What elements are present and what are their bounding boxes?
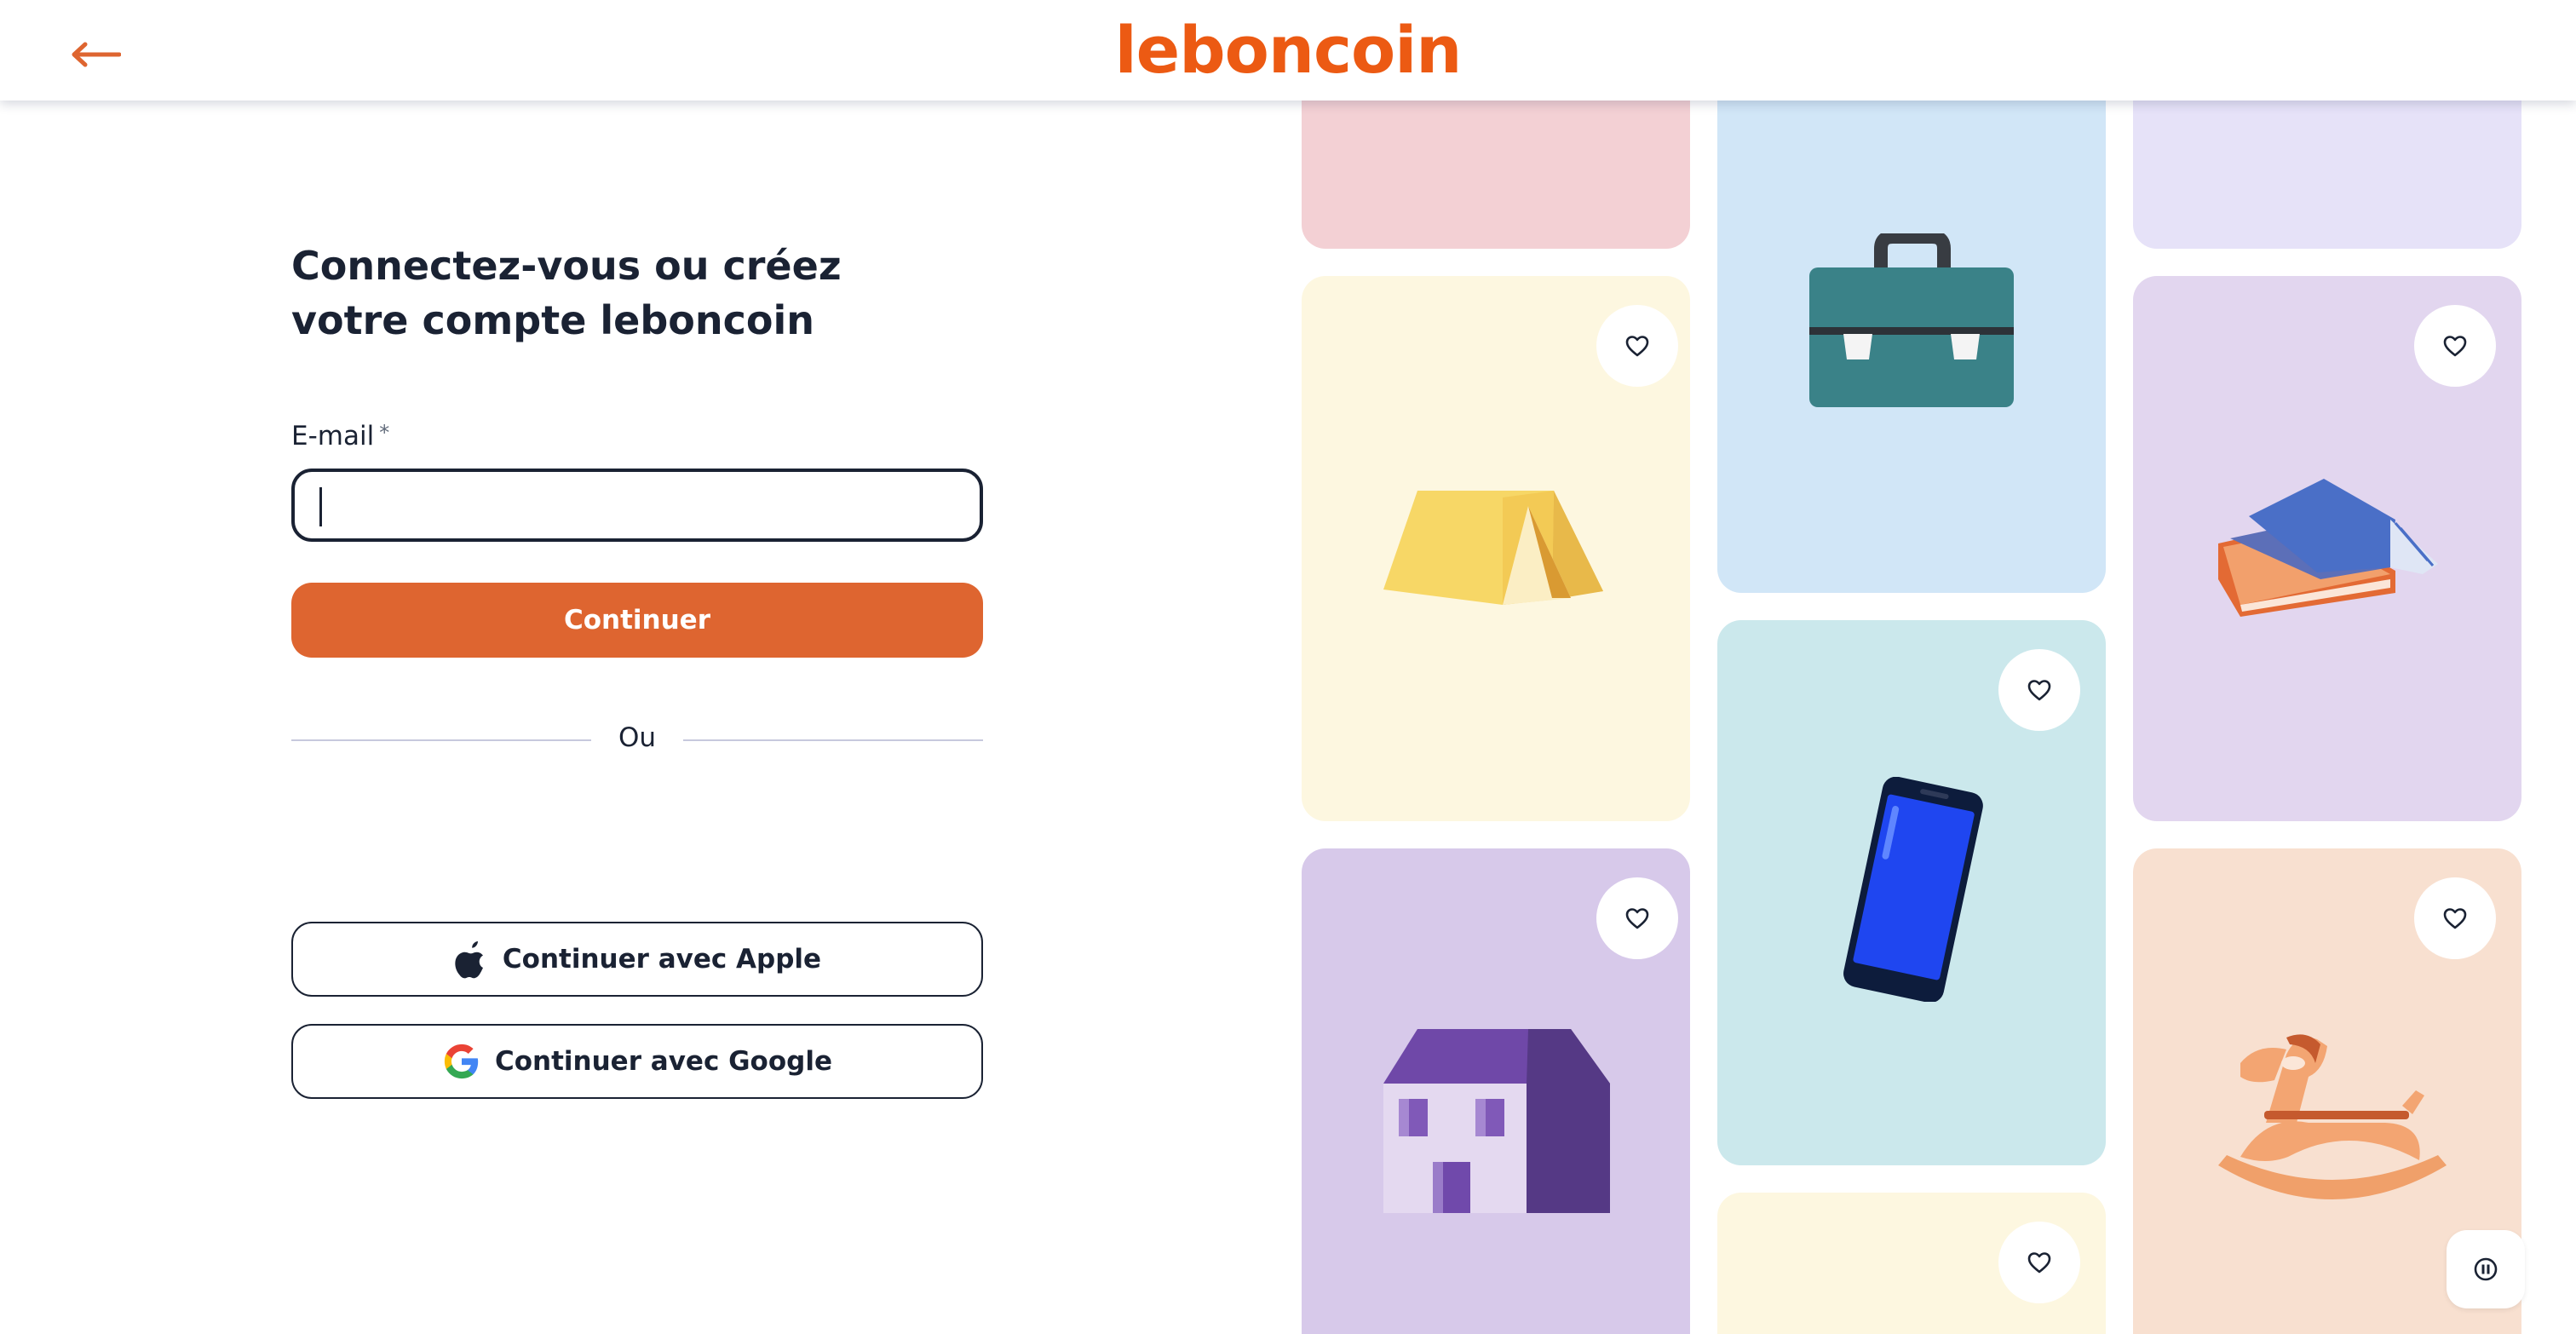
- book-card[interactable]: [2133, 276, 2521, 821]
- top-header: leboncoin: [0, 0, 2576, 101]
- heart-outline-icon: [1625, 908, 1649, 929]
- email-label-text: E-mail: [291, 421, 375, 451]
- yellow-card[interactable]: [1717, 1193, 2106, 1334]
- heart-outline-icon: [1625, 336, 1649, 357]
- continue-button[interactable]: Continuer: [291, 583, 983, 658]
- divider-line-left: [291, 739, 591, 741]
- divider-line-right: [683, 739, 983, 741]
- tent-icon: [1383, 491, 1603, 605]
- favorite-button[interactable]: [2414, 305, 2496, 387]
- house-icon: [1383, 1029, 1610, 1213]
- favorite-button[interactable]: [1998, 649, 2080, 731]
- heart-outline-icon: [2443, 908, 2467, 929]
- favorite-button[interactable]: [1596, 305, 1678, 387]
- heart-outline-icon: [2027, 680, 2051, 701]
- favorite-button[interactable]: [1596, 877, 1678, 959]
- apple-button-label: Continuer avec Apple: [502, 944, 822, 975]
- heart-outline-icon: [2027, 1252, 2051, 1274]
- tent-card[interactable]: [1302, 276, 1690, 821]
- text-caret: [319, 487, 322, 526]
- rocking-horse-icon: [2218, 1034, 2447, 1199]
- page-title: Connectez-vous ou créez votre compte leb…: [291, 243, 842, 343]
- email-label: E-mail *: [291, 421, 389, 451]
- favorite-button[interactable]: [1998, 1222, 2080, 1303]
- google-button-label: Continuer avec Google: [494, 1046, 832, 1077]
- house-card[interactable]: [1302, 848, 1690, 1334]
- book-icon: [2218, 479, 2438, 617]
- leboncoin-logo[interactable]: leboncoin: [0, 12, 2576, 89]
- smartphone-icon: [1843, 777, 1983, 1002]
- continue-with-apple-button[interactable]: Continuer avec Apple: [291, 922, 983, 997]
- pause-animation-button[interactable]: [2447, 1230, 2525, 1308]
- illustration-gallery: [1286, 0, 2576, 1334]
- favorite-button[interactable]: [2414, 877, 2496, 959]
- pause-icon: [2474, 1257, 2498, 1281]
- google-icon: [444, 1044, 479, 1079]
- continue-with-google-button[interactable]: Continuer avec Google: [291, 1024, 983, 1099]
- required-mark: *: [379, 421, 390, 445]
- heart-outline-icon: [2443, 336, 2467, 357]
- apple-icon: [455, 941, 483, 979]
- divider-or: Ou: [618, 722, 657, 753]
- phone-card[interactable]: [1717, 620, 2106, 1165]
- email-field[interactable]: [291, 469, 983, 542]
- suitcase-icon: [1809, 233, 2014, 407]
